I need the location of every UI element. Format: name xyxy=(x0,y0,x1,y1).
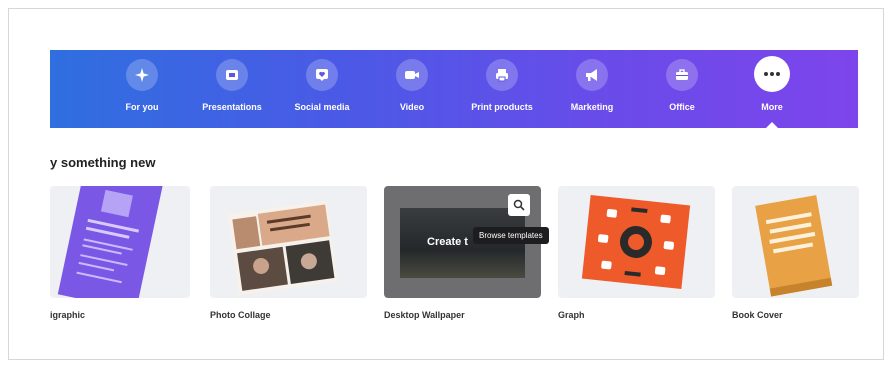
category-marketing[interactable]: Marketing xyxy=(547,50,637,128)
category-label: For you xyxy=(125,102,159,112)
active-category-caret xyxy=(766,122,778,128)
category-label: Print products xyxy=(471,102,533,112)
heart-icon xyxy=(306,59,338,91)
browse-templates-tooltip: Browse templates xyxy=(473,227,549,244)
category-banner: For you Presentations Social media Video… xyxy=(50,50,858,128)
category-label: More xyxy=(761,102,783,112)
category-label: Presentations xyxy=(202,102,262,112)
search-icon xyxy=(513,199,525,211)
category-presentations[interactable]: Presentations xyxy=(187,50,277,128)
book-cover-thumbnail xyxy=(755,195,833,297)
category-print-products[interactable]: Print products xyxy=(457,50,547,128)
category-label: Marketing xyxy=(570,102,614,112)
create-design-label: Create t xyxy=(427,236,468,248)
megaphone-icon xyxy=(576,59,608,91)
card-book-cover[interactable] xyxy=(732,186,859,298)
section-title: y something new xyxy=(50,155,156,170)
infographic-thumbnail xyxy=(57,186,164,298)
sparkle-icon xyxy=(126,59,158,91)
template-cards: igraphic Photo Collage Create t Desktop … xyxy=(0,186,892,336)
category-more[interactable]: More xyxy=(727,50,817,128)
video-icon xyxy=(396,59,428,91)
card-infographic[interactable] xyxy=(50,186,190,298)
print-icon xyxy=(486,59,518,91)
card-photo-collage[interactable] xyxy=(210,186,367,298)
card-label: Book Cover xyxy=(732,310,783,320)
category-label: Video xyxy=(399,102,425,112)
card-label: igraphic xyxy=(50,310,86,320)
browse-templates-button[interactable] xyxy=(508,194,530,216)
card-graph[interactable] xyxy=(558,186,715,298)
category-social-media[interactable]: Social media xyxy=(277,50,367,128)
more-icon xyxy=(754,56,790,92)
category-for-you[interactable]: For you xyxy=(97,50,187,128)
photo-collage-thumbnail xyxy=(227,200,338,296)
category-label: Social media xyxy=(294,102,350,112)
presentation-icon xyxy=(216,59,248,91)
card-label: Photo Collage xyxy=(210,310,271,320)
category-office[interactable]: Office xyxy=(637,50,727,128)
category-video[interactable]: Video xyxy=(367,50,457,128)
category-label: Office xyxy=(669,102,695,112)
card-label: Desktop Wallpaper xyxy=(384,310,465,320)
graph-thumbnail xyxy=(581,195,691,289)
briefcase-icon xyxy=(666,59,698,91)
card-label: Graph xyxy=(558,310,585,320)
